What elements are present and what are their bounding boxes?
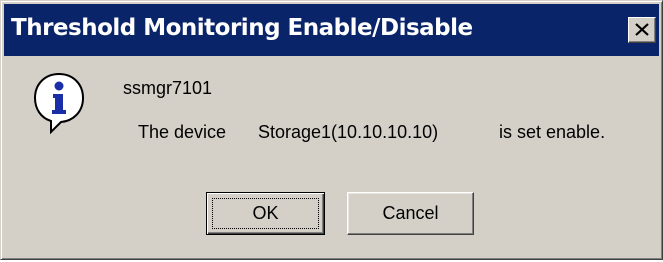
close-button[interactable] [628, 17, 656, 43]
close-icon [635, 23, 649, 36]
dialog-title: Threshold Monitoring Enable/Disable [11, 15, 473, 41]
title-bar[interactable]: Threshold Monitoring Enable/Disable [4, 4, 659, 56]
information-icon [33, 72, 85, 134]
dialog-window: Threshold Monitoring Enable/Disable ssmg… [0, 0, 663, 260]
cancel-button-label: Cancel [382, 203, 439, 223]
ok-button[interactable]: OK [206, 192, 325, 235]
cancel-button[interactable]: Cancel [347, 192, 474, 235]
message-id: ssmgr7101 [123, 78, 213, 98]
message-text-suffix: is set enable. [499, 122, 606, 142]
ok-button-label: OK [252, 203, 279, 223]
message-text-prefix: The device [138, 122, 227, 142]
device-name: Storage1(10.10.10.10) [258, 122, 439, 142]
